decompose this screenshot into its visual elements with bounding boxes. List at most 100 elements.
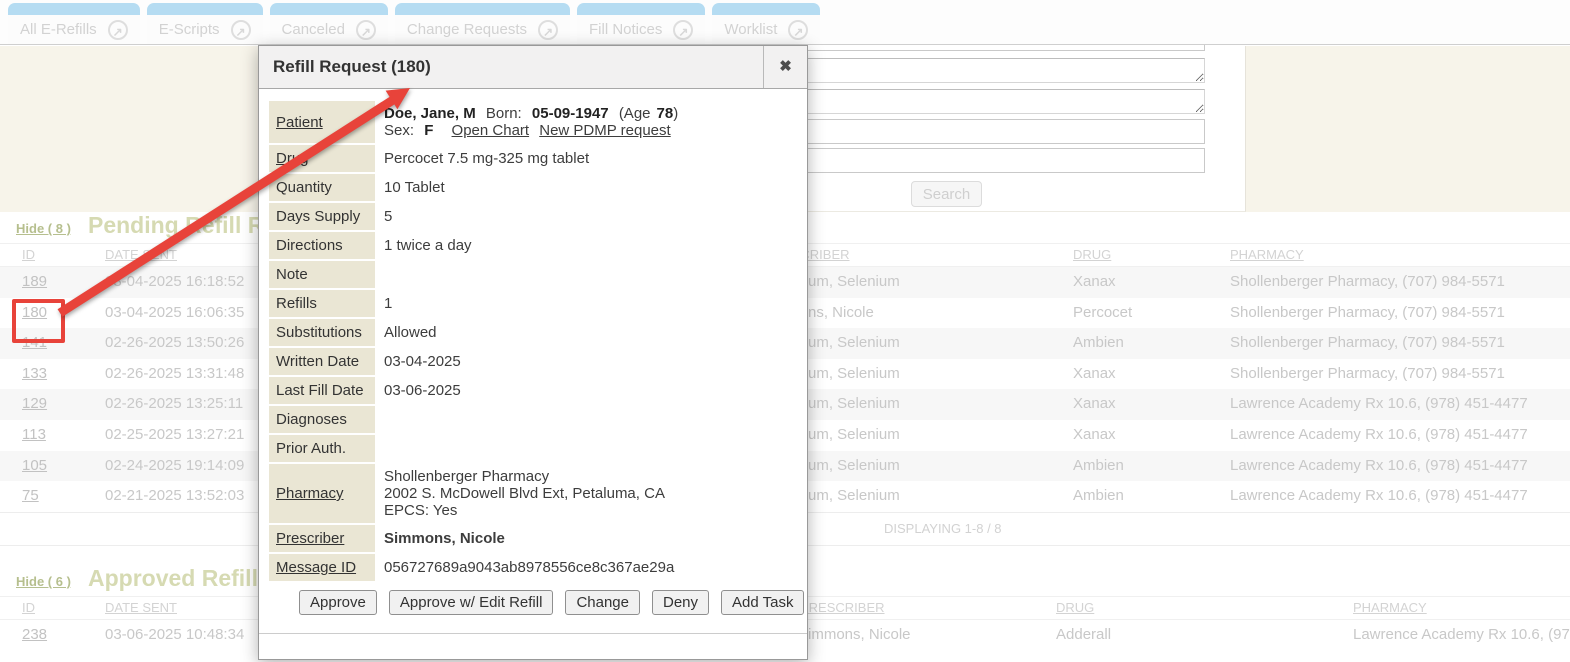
refill-id-link[interactable]: 189 [22,267,47,298]
drug-cell: Adderall [1056,620,1111,651]
pharmacy-cell: Lawrence Academy Rx 10.6, (978) 451-4477 [1353,620,1570,651]
detail-value: Allowed [375,319,682,346]
column-header-prescriber[interactable]: PRESCRIBER [800,597,885,619]
action-button[interactable]: Approve w/ Edit Refill [389,590,554,615]
action-button[interactable]: Approve [299,590,377,615]
patient-dob: 05-09-1947 [532,105,609,122]
close-icon[interactable]: ✖ [763,46,807,88]
detail-label: Directions [269,232,375,259]
date-sent-cell: 03-04-2025 16:18:52 [105,267,244,298]
message-id-label-link[interactable]: Message ID [269,554,375,581]
column-header-pharmacy[interactable]: PHARMACY [1353,597,1427,619]
drug-cell: Xanax [1073,267,1116,298]
drug-cell: Ambien [1073,451,1124,482]
column-header-id[interactable]: ID [22,597,35,619]
pending-hide-link[interactable]: Hide ( 8 ) [16,221,71,236]
prescriber-name: Simmons, Nicole [375,525,682,552]
tab-highlight-strip [8,3,140,15]
column-header-drug[interactable]: DRUG [1056,597,1094,619]
date-sent-cell: 03-04-2025 16:06:35 [105,298,244,329]
refill-id-link[interactable]: 129 [22,389,47,420]
date-sent-cell: 02-26-2025 13:50:26 [105,328,244,359]
refill-id-link[interactable]: 238 [22,620,47,651]
column-header-date-sent[interactable]: DATE SENT [105,244,177,266]
drug-cell: Xanax [1073,420,1116,451]
detail-row: Diagnoses [269,406,682,433]
new-pdmp-request-link[interactable]: New PDMP request [539,122,670,139]
prescriber-cell: ns, Nicole [808,298,874,329]
detail-row: Days Supply 5 [269,203,682,230]
detail-label: Prior Auth. [269,435,375,462]
detail-label: Quantity [269,174,375,201]
column-header-pharmacy[interactable]: PHARMACY [1230,244,1304,266]
drug-cell: Ambien [1073,481,1124,512]
born-label: Born: [486,105,522,122]
detail-value [375,435,682,462]
detail-label[interactable]: Drug [269,145,375,172]
prescriber-label-link[interactable]: Prescriber [269,525,375,552]
detail-label: Refills [269,290,375,317]
tab[interactable]: Fill Notices ↗ [577,3,705,44]
detail-label: Diagnoses [269,406,375,433]
column-header-date-sent[interactable]: DATE SENT [105,597,177,619]
age-open: (Age [619,105,651,122]
open-chart-link[interactable]: Open Chart [452,122,530,139]
message-id-row: Message ID 056727689a9043ab8978556ce8c36… [269,554,682,581]
detail-value: 1 [375,290,682,317]
pharmacy-label-link[interactable]: Pharmacy [269,464,375,523]
detail-row: Prior Auth. [269,435,682,462]
age-close: ) [673,105,678,122]
prescriber-cell: um, Selenium [808,451,900,482]
action-button[interactable]: Change [565,590,640,615]
tab-label: E-Scripts [159,21,220,38]
detail-label: Note [269,261,375,288]
date-sent-cell: 02-26-2025 13:25:11 [105,389,243,420]
date-sent-cell: 02-26-2025 13:31:48 [105,359,244,390]
drug-cell: Percocet [1073,298,1132,329]
detail-row: Directions 1 twice a day [269,232,682,259]
prescriber-row: Prescriber Simmons, Nicole [269,525,682,552]
message-id-value: 056727689a9043ab8978556ce8c367ae29a [375,554,682,581]
column-header-id[interactable]: ID [22,244,35,266]
search-button[interactable]: Search [911,181,982,207]
prescriber-cell: um, Selenium [808,359,900,390]
open-in-new-window-icon[interactable]: ↗ [231,20,251,40]
detail-row: Last Fill Date 03-06-2025 [269,377,682,404]
open-in-new-window-icon[interactable]: ↗ [673,20,693,40]
pharmacy-name: Shollenberger Pharmacy [384,468,678,485]
tab[interactable]: Canceled ↗ [270,3,388,44]
refill-id-link[interactable]: 113 [22,420,46,451]
tab-label: Change Requests [407,21,527,38]
open-in-new-window-icon[interactable]: ↗ [356,20,376,40]
open-in-new-window-icon[interactable]: ↗ [108,20,128,40]
date-sent-cell: 02-24-2025 19:14:09 [105,451,244,482]
pharmacy-cell: Shollenberger Pharmacy, (707) 984-5571 [1230,359,1505,390]
action-button[interactable]: Add Task [721,590,804,615]
tab[interactable]: Change Requests ↗ [395,3,570,44]
tab[interactable]: All E-Refills ↗ [8,3,140,44]
detail-value: 10 Tablet [375,174,682,201]
detail-row: Written Date 03-04-2025 [269,348,682,375]
tab-label: Fill Notices [589,21,662,38]
detail-value: 03-06-2025 [375,377,682,404]
column-header-drug[interactable]: DRUG [1073,244,1111,266]
pharmacy-epcs: EPCS: Yes [384,502,678,519]
tab[interactable]: Worklist ↗ [712,3,820,44]
tab-label: Canceled [282,21,345,38]
refill-request-dialog: Refill Request (180) ✖ Patient Doe, Jane… [258,45,808,660]
prescriber-cell: um, Selenium [808,389,900,420]
tab[interactable]: E-Scripts ↗ [147,3,263,44]
detail-value: 03-04-2025 [375,348,682,375]
refill-id-link[interactable]: 133 [22,359,47,390]
approved-hide-link[interactable]: Hide ( 6 ) [16,574,71,589]
action-button[interactable]: Deny [652,590,709,615]
detail-label: Days Supply [269,203,375,230]
open-in-new-window-icon[interactable]: ↗ [538,20,558,40]
detail-row: Substitutions Allowed [269,319,682,346]
open-in-new-window-icon[interactable]: ↗ [788,20,808,40]
tab-highlight-strip [270,3,388,15]
patient-label-link[interactable]: Patient [269,101,375,143]
refill-id-link[interactable]: 105 [22,451,47,482]
tab-highlight-strip [577,3,705,15]
refill-id-link[interactable]: 75 [22,481,39,512]
